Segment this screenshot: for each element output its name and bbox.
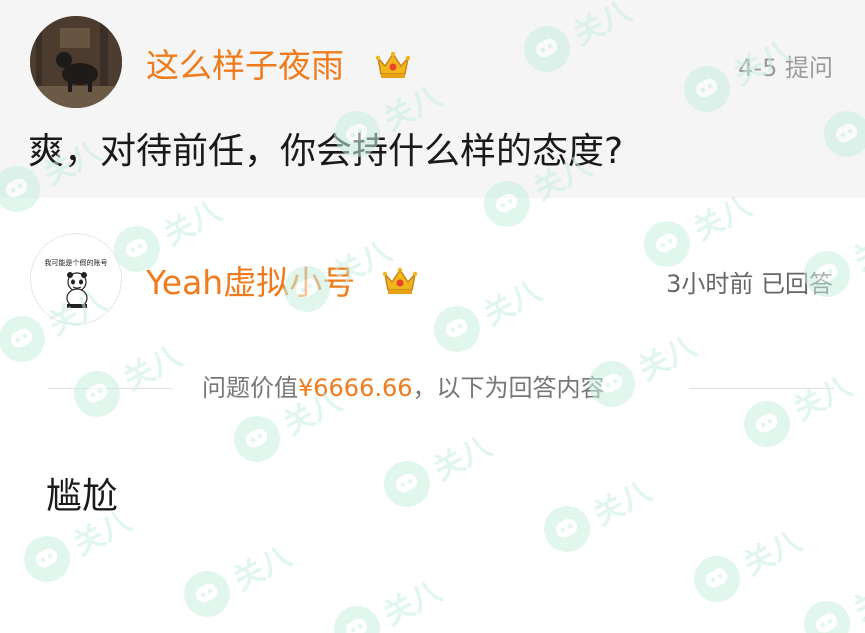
question-value-text: 问题价值¥6666.66，以下为回答内容: [202, 372, 605, 404]
watermark: 关八: [685, 516, 808, 611]
answer-text: 尴尬: [46, 476, 119, 517]
watermark-text: 关八: [737, 523, 808, 583]
chat-bubble-icon: [685, 547, 749, 611]
question-date: 4-5: [738, 54, 778, 82]
chat-bubble-icon: [635, 212, 699, 276]
watermark: 关八: [425, 266, 548, 361]
watermark: 关八: [795, 561, 865, 633]
dog-photo-icon: [30, 16, 122, 108]
watermark: 关八: [325, 566, 448, 633]
chat-bubble-icon: [15, 527, 79, 591]
chat-bubble-icon: [325, 597, 389, 633]
answer-time: 3小时前: [666, 270, 754, 298]
answer-status: 已回答: [761, 270, 833, 298]
value-suffix: ，以下为回答内容: [412, 374, 605, 402]
question-text: 爽，对待前任，你会持什么样的态度?: [28, 131, 624, 172]
watermark-text: 关八: [427, 428, 498, 488]
watermark: 关八: [535, 466, 658, 561]
answerer-avatar[interactable]: 我可能是个假的账号: [30, 233, 122, 325]
divider-line-left: [48, 388, 173, 389]
answerer-name[interactable]: Yeah虚拟小号: [146, 261, 355, 305]
chat-bubble-icon: [375, 452, 439, 516]
chat-bubble-icon: [225, 407, 289, 471]
asker-name[interactable]: 这么样子夜雨: [146, 44, 344, 88]
chat-bubble-icon: [535, 497, 599, 561]
question-meta: 4-5 提问: [738, 52, 833, 84]
question-card[interactable]: 这么样子夜雨 4-5 提问 爽，对待前任，你会持什么样的态度?: [0, 0, 865, 198]
qa-page: 这么样子夜雨 4-5 提问 爽，对待前任，你会持什么样的态度? 我可能是个假的账…: [0, 0, 865, 633]
value-amount: ¥6666.66: [298, 374, 413, 402]
chat-bubble-icon: [425, 297, 489, 361]
avatar-caption: 我可能是个假的账号: [44, 259, 108, 267]
watermark: 关八: [375, 421, 498, 516]
watermark-text: 关八: [377, 573, 448, 633]
watermark-text: 关八: [847, 218, 865, 278]
asker-avatar[interactable]: [30, 16, 122, 108]
watermark-text: 关八: [227, 538, 298, 598]
watermark: 关八: [175, 531, 298, 626]
watermark-text: 关八: [587, 473, 658, 533]
crown-icon: [376, 50, 410, 80]
watermark-text: 关八: [847, 568, 865, 628]
chat-bubble-icon: [175, 562, 239, 626]
question-value-divider: 问题价值¥6666.66，以下为回答内容: [48, 372, 834, 404]
value-prefix: 问题价值: [202, 374, 298, 402]
chat-bubble-icon: [0, 307, 54, 371]
crown-icon: [383, 266, 417, 296]
watermark-text: 关八: [477, 273, 548, 333]
divider-line-right: [689, 388, 834, 389]
panda-sticker-icon: [66, 272, 88, 308]
answer-meta: 3小时前 已回答: [666, 268, 833, 300]
chat-bubble-icon: [795, 592, 859, 633]
question-action: 提问: [785, 54, 833, 82]
